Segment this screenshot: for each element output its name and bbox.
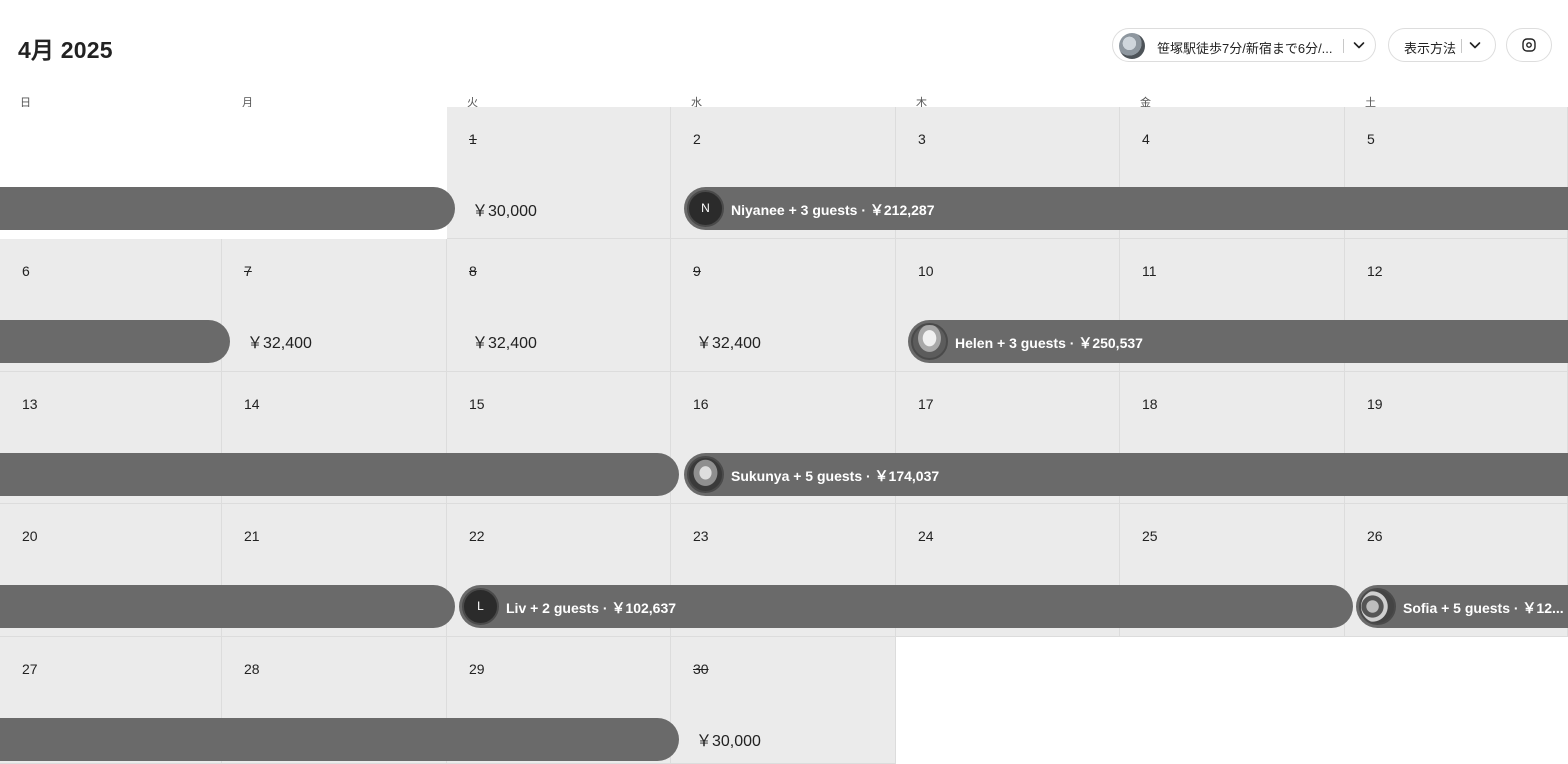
guest-avatar: L xyxy=(462,588,499,625)
day-number: 24 xyxy=(918,528,934,544)
empty-day-cell xyxy=(1345,637,1568,764)
day-number: 4 xyxy=(1142,131,1150,147)
reservation-label: Sofia + 5 guests · ￥12... xyxy=(1403,600,1564,616)
day-number: 27 xyxy=(22,661,38,677)
nightly-price: ￥32,400 xyxy=(247,335,312,352)
day-number: 23 xyxy=(693,528,709,544)
day-number: 11 xyxy=(1142,263,1157,279)
empty-day-cell xyxy=(1120,637,1345,764)
reservation-bar[interactable] xyxy=(0,718,679,761)
day-number: 18 xyxy=(1142,396,1158,412)
reservation-bar[interactable]: Sukunya + 5 guests · ￥174,037 xyxy=(684,453,1568,496)
day-cell[interactable]: 1 ￥30,000 xyxy=(447,107,671,239)
reservation-bar[interactable] xyxy=(0,320,230,363)
guest-avatar xyxy=(911,323,948,360)
divider xyxy=(1343,39,1344,53)
view-mode-label: 表示方法 xyxy=(1404,41,1457,56)
guest-avatar: N xyxy=(687,190,724,227)
guest-avatar xyxy=(687,456,724,493)
reservation-label: Niyanee + 3 guests · ￥212,287 xyxy=(731,202,935,218)
day-number: 1 xyxy=(469,131,477,147)
settings-button[interactable] xyxy=(1506,28,1552,62)
day-number: 25 xyxy=(1142,528,1158,544)
reservation-bar[interactable] xyxy=(0,585,455,628)
settings-icon xyxy=(1522,38,1536,52)
day-number: 21 xyxy=(244,528,260,544)
day-number: 12 xyxy=(1367,263,1383,279)
day-number: 19 xyxy=(1367,396,1383,412)
empty-day-cell xyxy=(896,637,1120,764)
nightly-price: ￥30,000 xyxy=(696,733,761,750)
divider xyxy=(1461,39,1462,53)
day-number: 22 xyxy=(469,528,485,544)
listing-thumbnail xyxy=(1119,33,1145,59)
day-number: 2 xyxy=(693,131,701,147)
day-number: 15 xyxy=(469,396,485,412)
reservation-bar[interactable]: Helen + 3 guests · ￥250,537 xyxy=(908,320,1568,363)
nightly-price: ￥32,400 xyxy=(472,335,537,352)
reservation-bar[interactable]: L Liv + 2 guests · ￥102,637 xyxy=(459,585,1353,628)
day-number: 30 xyxy=(693,661,709,677)
day-number: 29 xyxy=(469,661,485,677)
weekday-header-row: 日月火水木金土 xyxy=(0,92,1568,109)
day-number: 10 xyxy=(918,263,934,279)
guest-avatar xyxy=(1359,588,1396,625)
day-number: 6 xyxy=(22,263,30,279)
reservation-bar[interactable]: N Niyanee + 3 guests · ￥212,287 xyxy=(684,187,1568,230)
day-number: 13 xyxy=(22,396,38,412)
day-number: 5 xyxy=(1367,131,1375,147)
day-cell[interactable]: 9 ￥32,400 xyxy=(671,239,896,372)
day-number: 16 xyxy=(693,396,709,412)
calendar-grid: 1 ￥30,000 2 3 4 5 6 7 ￥32,400 8 ￥32,400 9 ￥32,400 10 1… xyxy=(0,107,1568,764)
reservation-bar[interactable]: Sofia + 5 guests · ￥12... xyxy=(1356,585,1568,628)
day-number: 17 xyxy=(918,396,934,412)
chevron-down-icon xyxy=(1469,42,1481,49)
day-number: 20 xyxy=(22,528,38,544)
day-number: 3 xyxy=(918,131,926,147)
reservation-label: Liv + 2 guests · ￥102,637 xyxy=(506,600,677,616)
reservation-label: Helen + 3 guests · ￥250,537 xyxy=(955,335,1143,351)
day-number: 26 xyxy=(1367,528,1383,544)
day-number: 7 xyxy=(244,263,252,279)
chevron-down-icon xyxy=(1353,42,1365,49)
view-mode-selector[interactable]: 表示方法 xyxy=(1388,28,1496,62)
nightly-price: ￥30,000 xyxy=(472,203,537,220)
listing-selector-label: 笹塚駅徒歩7分/新宿まで6分/... xyxy=(1157,41,1333,56)
listing-selector[interactable]: 笹塚駅徒歩7分/新宿まで6分/... xyxy=(1112,28,1376,62)
reservation-bar[interactable] xyxy=(0,453,679,496)
day-number: 9 xyxy=(693,263,701,279)
day-cell[interactable]: 8 ￥32,400 xyxy=(447,239,671,372)
day-cell[interactable]: 30 ￥30,000 xyxy=(671,637,896,764)
reservation-bar[interactable] xyxy=(0,187,455,230)
calendar-header: 4月 2025 笹塚駅徒歩7分/新宿まで6分/... 表示方法 xyxy=(0,0,1568,90)
reservation-label: Sukunya + 5 guests · ￥174,037 xyxy=(731,468,940,484)
day-cell[interactable]: 7 ￥32,400 xyxy=(222,239,447,372)
day-number: 28 xyxy=(244,661,260,677)
month-title: 4月 2025 xyxy=(18,37,113,63)
nightly-price: ￥32,400 xyxy=(696,335,761,352)
day-number: 14 xyxy=(244,396,260,412)
day-number: 8 xyxy=(469,263,477,279)
